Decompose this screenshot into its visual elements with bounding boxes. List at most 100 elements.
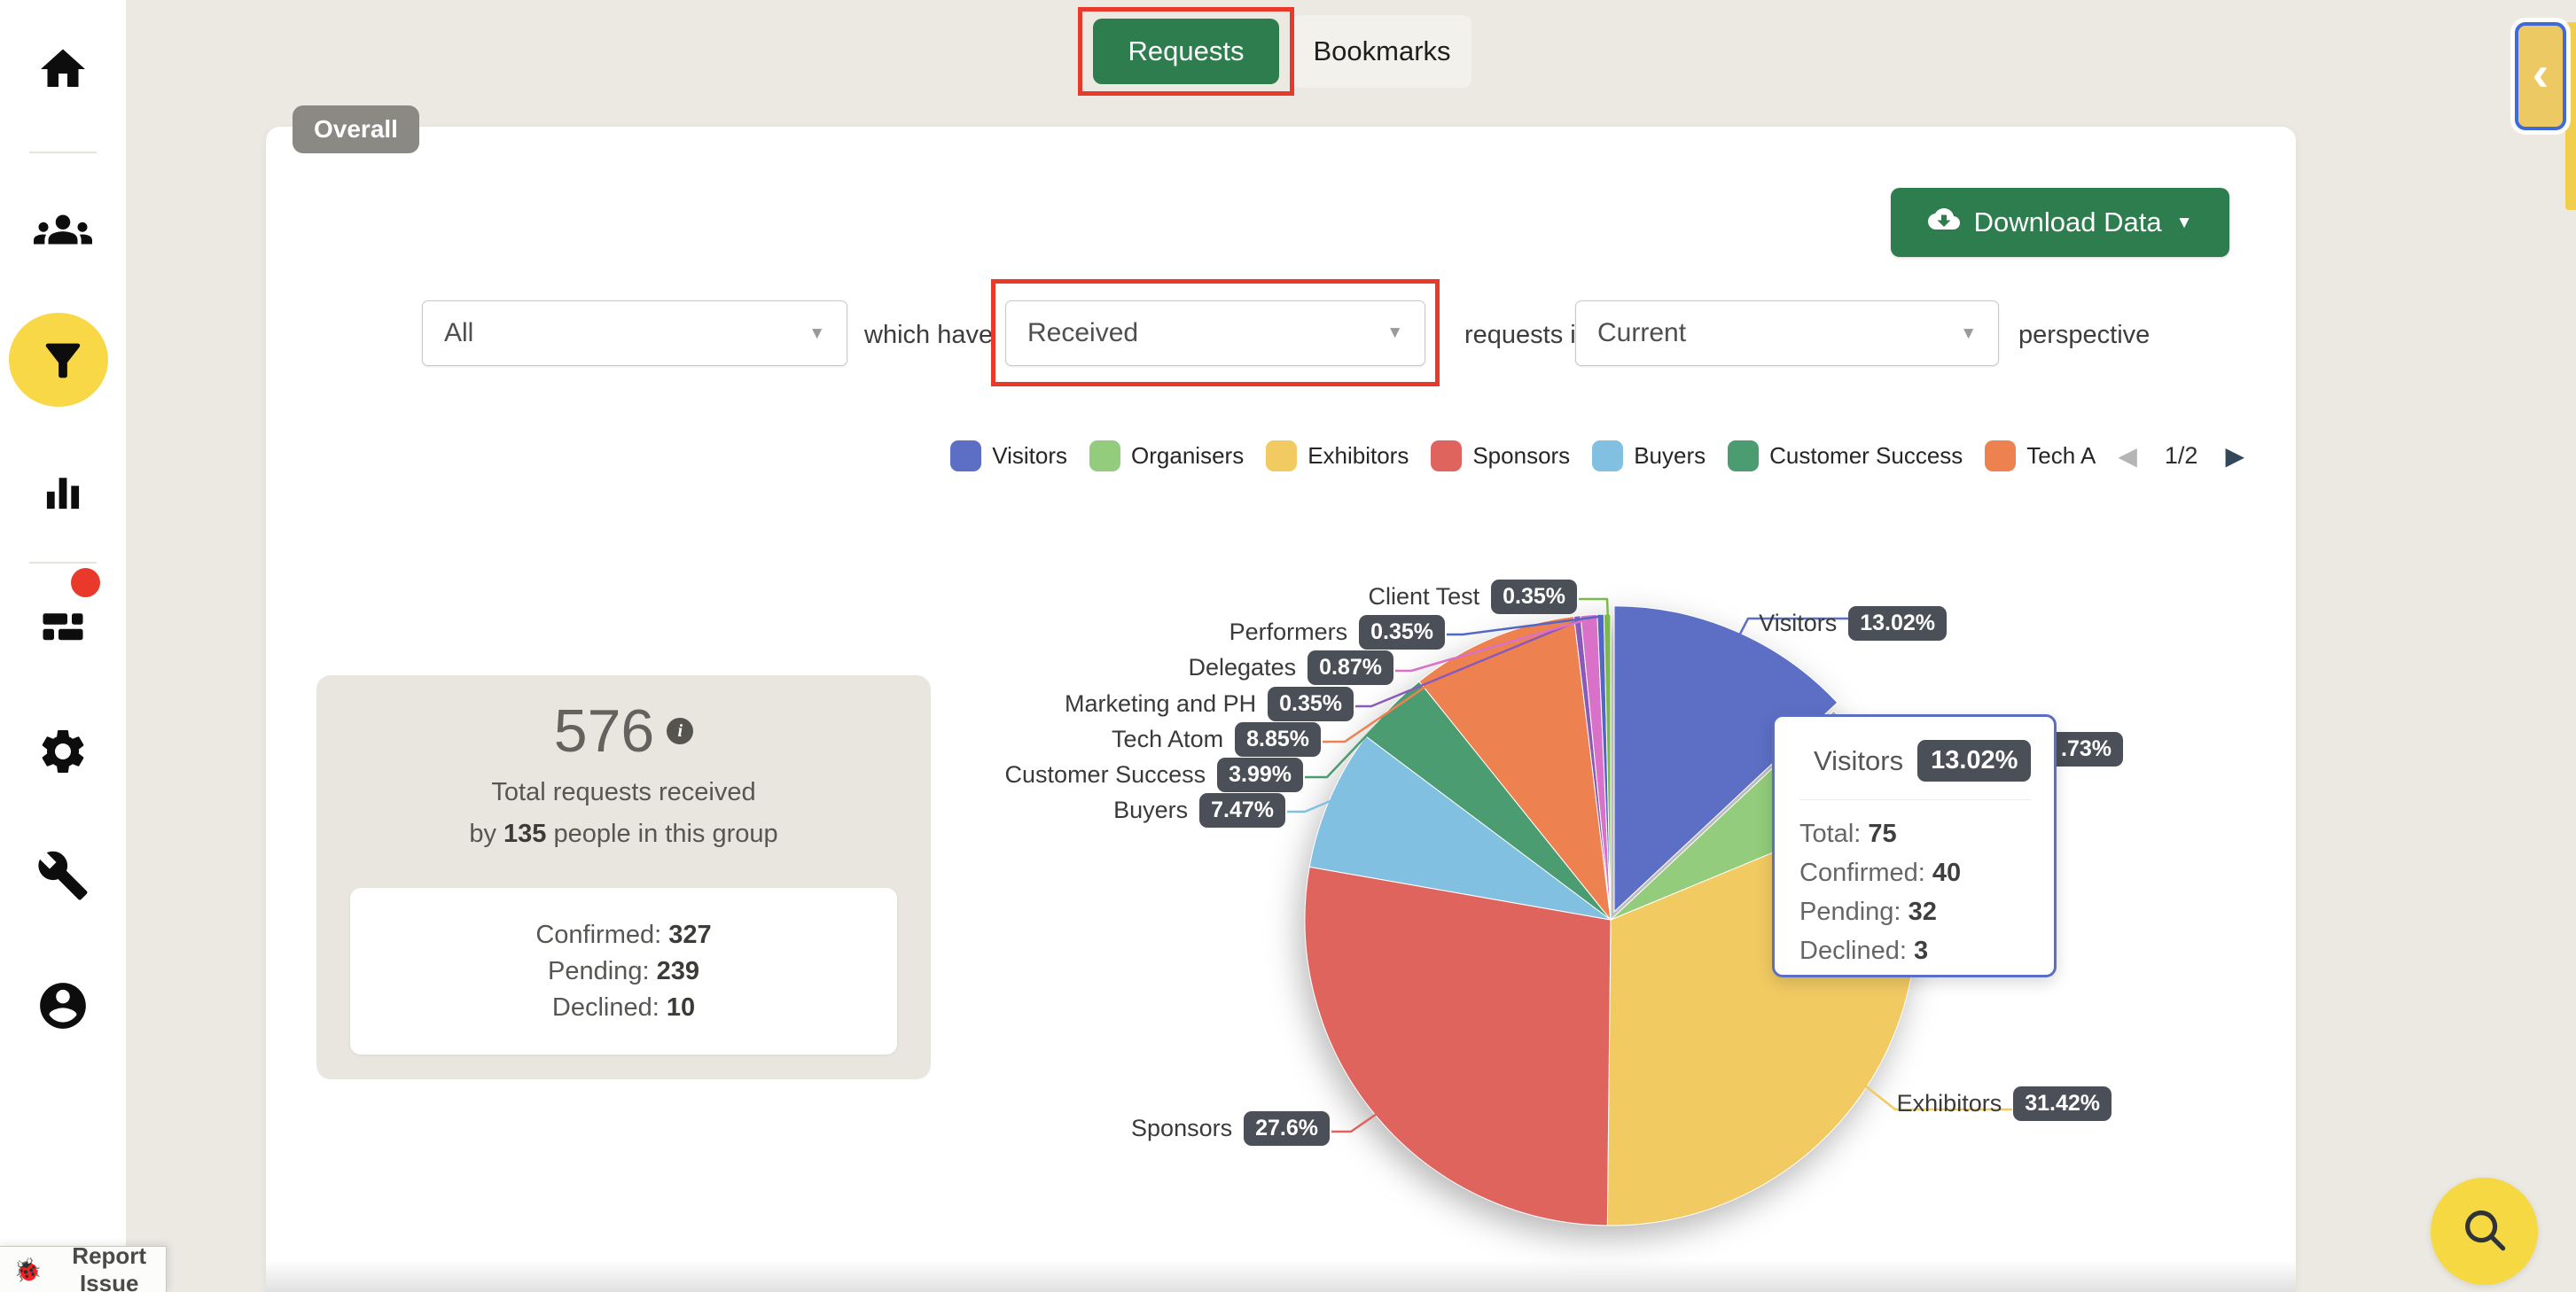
legend-next-page-icon[interactable]: ▶ xyxy=(2225,441,2244,471)
legend-color-chip xyxy=(1592,440,1623,471)
sidebar-item-account[interactable] xyxy=(35,978,90,1033)
legend-page-indicator: 1/2 xyxy=(2165,442,2198,470)
pending-row: Pending: 239 xyxy=(548,957,699,986)
notification-dot xyxy=(71,568,100,597)
pie-label-buyers: Buyers 7.47% xyxy=(1113,793,1285,828)
confirmed-row: Confirmed: 327 xyxy=(535,921,711,950)
chart-legend: Visitors Organisers Exhibitors Sponsors Buye… xyxy=(950,440,2244,471)
pie-label-client-test: Client Test 0.35% xyxy=(1369,580,1577,614)
filter-connector-perspective: perspective xyxy=(2018,321,2150,350)
pie-label-tech-atom: Tech Atom 8.85% xyxy=(1112,722,1321,757)
legend-color-chip xyxy=(1089,440,1120,471)
info-icon[interactable]: i xyxy=(667,718,693,744)
caret-down-icon: ▼ xyxy=(2176,214,2193,231)
pie-label-sponsors: Sponsors27.6% xyxy=(1131,1111,1330,1146)
direction-select-value: Received xyxy=(1027,318,1138,348)
organisers-percent-badge-fragment: .73% xyxy=(2049,732,2123,767)
summary-line1: Total requests received xyxy=(316,778,931,807)
gear-icon xyxy=(36,725,90,778)
pie-slice-sponsors[interactable] xyxy=(1305,867,1611,1226)
bar-chart-icon xyxy=(35,465,90,520)
legend-item-tech-a[interactable]: Tech A xyxy=(1985,440,2096,471)
legend-color-chip xyxy=(1266,440,1297,471)
legend-item-buyers[interactable]: Buyers xyxy=(1592,440,1706,471)
legend-color-chip xyxy=(1985,440,2016,471)
summary-line2: by 135 people in this group xyxy=(316,820,931,849)
tooltip-declined-row: Declined: 3 xyxy=(1799,931,2031,970)
pie-label-text: Buyers xyxy=(1113,797,1188,824)
tooltip-series-name: Visitors xyxy=(1814,745,1903,777)
search-fab-button[interactable] xyxy=(2431,1178,2538,1285)
chevron-down-icon: ▼ xyxy=(1386,324,1403,341)
app-root: Requests Bookmarks Overall Download Data… xyxy=(0,0,2576,1292)
search-icon xyxy=(2457,1202,2512,1260)
sidebar-item-people[interactable] xyxy=(34,200,92,259)
sidebar xyxy=(0,0,126,1292)
pie-label-percent-badge: 27.6% xyxy=(1244,1111,1330,1146)
legend-item-label: Customer Success xyxy=(1769,442,1963,470)
collapse-panel-button[interactable]: ‹ xyxy=(2515,22,2566,130)
pie-label-text: Exhibitors xyxy=(1897,1090,2002,1117)
people-count: 135 xyxy=(503,820,546,848)
report-issue-label: Report Issue xyxy=(52,1242,166,1292)
legend-item-label: Tech A xyxy=(2026,442,2096,470)
home-icon xyxy=(36,43,90,96)
legend-color-chip xyxy=(1728,440,1759,471)
pie-label-percent-badge: 8.85% xyxy=(1235,722,1321,757)
pie-label-percent-badge: 3.99% xyxy=(1217,758,1303,792)
pie-label-percent-badge: 0.35% xyxy=(1491,580,1577,614)
pie-label-percent-badge: 7.47% xyxy=(1199,793,1285,828)
legend-items: Visitors Organisers Exhibitors Sponsors Buye… xyxy=(950,440,2096,471)
legend-item-label: Visitors xyxy=(992,442,1067,470)
pie-label-text: Marketing and PH xyxy=(1065,690,1256,718)
slice-tooltip: Visitors 13.02% Total: 75 Confirmed: 40 … xyxy=(1772,714,2057,977)
sidebar-item-dashboard[interactable] xyxy=(36,599,90,652)
legend-prev-page-icon[interactable]: ◀ xyxy=(2118,441,2137,471)
requests-tab-highlight-box: Requests xyxy=(1078,7,1294,96)
report-issue-button[interactable]: 🐞 Report Issue xyxy=(0,1246,167,1292)
pie-label-text: Performers xyxy=(1229,619,1348,646)
filter-connector-which-have: which have xyxy=(864,321,993,350)
download-cloud-icon xyxy=(1928,203,1960,242)
sidebar-item-filters[interactable] xyxy=(37,335,89,386)
legend-color-chip xyxy=(1431,440,1462,471)
pie-label-text: Delegates xyxy=(1189,654,1297,681)
pie-label-exhibitors: Exhibitors 31.42% xyxy=(1897,1086,2112,1121)
sidebar-item-settings[interactable] xyxy=(36,725,90,778)
leader-line-sponsors xyxy=(1331,1114,1377,1132)
scrollbar-thumb[interactable] xyxy=(2565,22,2576,210)
tab-requests[interactable]: Requests xyxy=(1093,19,1279,84)
pie-label-percent-badge: 31.42% xyxy=(2013,1086,2112,1121)
pie-label-customer-success: Customer Success3.99% xyxy=(1005,758,1303,792)
tools-icon xyxy=(36,849,90,902)
legend-item-exhibitors[interactable]: Exhibitors xyxy=(1266,440,1409,471)
declined-row: Declined: 10 xyxy=(552,993,695,1023)
tab-bookmarks[interactable]: Bookmarks xyxy=(1292,15,1471,88)
pie-label-percent-badge: 13.02% xyxy=(1848,606,1947,641)
tooltip-confirmed-row: Confirmed: 40 xyxy=(1799,853,2031,892)
direction-select[interactable]: Received ▼ xyxy=(1005,300,1425,366)
pie-label-percent-badge: 0.35% xyxy=(1359,615,1445,650)
tooltip-percent-badge: 13.02% xyxy=(1917,740,2031,782)
sidebar-item-tools[interactable] xyxy=(36,849,90,902)
perspective-select-value: Current xyxy=(1597,318,1686,348)
pie-label-text: Tech Atom xyxy=(1112,726,1223,753)
filter-icon xyxy=(37,335,89,386)
legend-item-label: Buyers xyxy=(1634,442,1706,470)
legend-item-visitors[interactable]: Visitors xyxy=(950,440,1067,471)
download-data-button[interactable]: Download Data ▼ xyxy=(1891,188,2229,257)
perspective-select[interactable]: Current ▼ xyxy=(1575,300,1999,366)
legend-item-label: Sponsors xyxy=(1472,442,1570,470)
pie-label-text: Client Test xyxy=(1369,583,1480,611)
legend-item-customer-success[interactable]: Customer Success xyxy=(1728,440,1963,471)
sidebar-item-home[interactable] xyxy=(36,43,90,96)
pie-label-marketing-and-ph: Marketing and PH0.35% xyxy=(1065,687,1354,721)
legend-item-organisers[interactable]: Organisers xyxy=(1089,440,1244,471)
sidebar-item-analytics[interactable] xyxy=(35,465,90,520)
summary-status-card: Confirmed: 327 Pending: 239 Declined: 10 xyxy=(350,888,897,1055)
pie-label-visitors: Visitors13.02% xyxy=(1759,606,1947,641)
sidebar-divider xyxy=(29,152,97,153)
filter-connector-requests-in: requests in xyxy=(1464,321,1590,350)
group-select[interactable]: All ▼ xyxy=(422,300,847,366)
legend-item-sponsors[interactable]: Sponsors xyxy=(1431,440,1570,471)
